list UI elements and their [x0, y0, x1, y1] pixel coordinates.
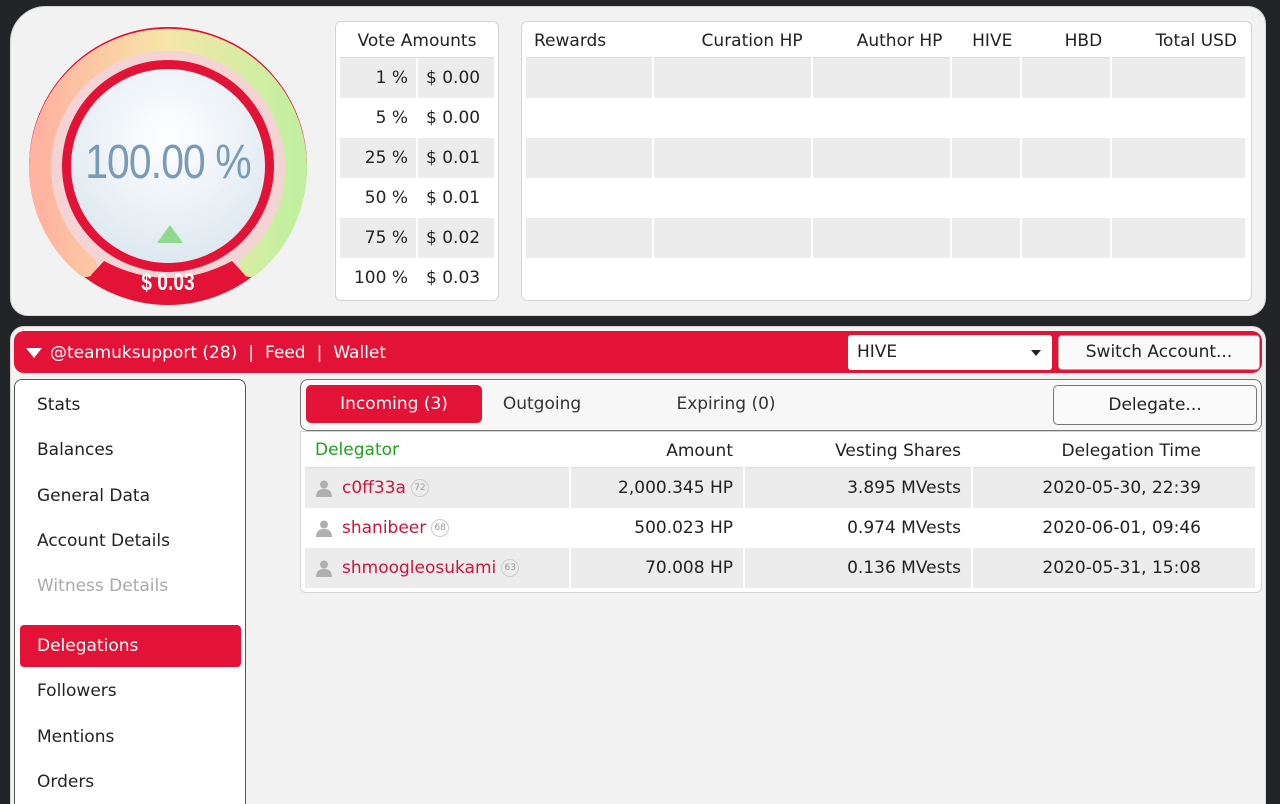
table-row: c0ff33a 72 2,000.345 HP 3.895 MVests 202… [305, 468, 1257, 508]
rewards-row [526, 138, 1247, 178]
reputation-badge: 68 [431, 519, 450, 537]
currency-select[interactable]: HIVE [848, 335, 1052, 370]
vests-cell: 0.974 MVests [847, 518, 961, 538]
user-icon [316, 560, 332, 577]
tab-incoming[interactable]: Incoming (3) [306, 385, 482, 423]
vote-row: 1 % $ 0.00 [340, 58, 494, 98]
col-hive: HIVE [952, 22, 1021, 58]
vests-cell: 0.136 MVests [745, 548, 971, 588]
vote-row: 25 % $ 0.01 [340, 138, 494, 178]
vote-pct: 50 % [364, 188, 408, 208]
vote-pct: 100 % [353, 268, 408, 288]
table-row: shanibeer 68 500.023 HP 0.974 MVests 202… [305, 508, 1257, 548]
col-author-hp: Author HP [812, 22, 951, 58]
user-icon [316, 520, 332, 537]
delegator-name[interactable]: shanibeer [342, 508, 426, 548]
vote-usd: $ 0.02 [416, 218, 494, 258]
delegator-cell: c0ff33a 72 [305, 468, 569, 508]
vote-row: 100 % $ 0.03 [340, 258, 494, 298]
caret-down-icon[interactable] [26, 348, 42, 358]
vote-usd: $ 0.01 [416, 178, 494, 218]
delegator-name[interactable]: shmoogleosukami [342, 548, 496, 588]
delegations-header-row: Delegator Amount Vesting Shares Delegati… [305, 432, 1257, 468]
amount-cell: 2,000.345 HP [571, 468, 743, 508]
time-cell: 2020-05-30, 22:39 [973, 468, 1255, 508]
rewards-header-row: Rewards Curation HP Author HP HIVE HBD T… [526, 22, 1247, 58]
chevron-down-icon [1031, 350, 1041, 356]
col-rewards: Rewards [526, 22, 652, 58]
trend-up-icon [157, 225, 183, 243]
vote-row: 5 % $ 0.00 [340, 98, 494, 138]
top-panel: 100.00 % $ 0.03 Vote Amounts 1 % $ 0.00 … [10, 6, 1266, 316]
delegator-name[interactable]: c0ff33a [342, 468, 406, 508]
sidebar-item-account-details[interactable]: Account Details [15, 520, 247, 562]
vote-pct: 1 % [340, 58, 416, 98]
separator: | [248, 343, 255, 363]
sidebar: Stats Balances General Data Account Deta… [14, 379, 246, 804]
rewards-row [526, 98, 1247, 138]
delegator-cell: shanibeer 68 [305, 508, 569, 548]
vote-usd: $ 0.03 [416, 258, 494, 298]
tab-expiring[interactable]: Expiring (0) [671, 385, 781, 423]
wallet-link[interactable]: Wallet [333, 331, 386, 375]
account-bar: @teamuksupport (28) | Feed | Wallet HIVE… [14, 331, 1262, 373]
vote-usd: $ 0.01 [416, 138, 494, 178]
vote-value: $ 0.03 [141, 269, 195, 296]
account-nav: @teamuksupport (28) | Feed | Wallet [26, 331, 386, 375]
rewards-table: Rewards Curation HP Author HP HIVE HBD T… [521, 21, 1252, 301]
rewards-row [526, 218, 1247, 258]
sidebar-item-stats[interactable]: Stats [15, 384, 247, 426]
separator: | [316, 343, 323, 363]
user-icon [316, 480, 332, 497]
col-curation-hp: Curation HP [653, 22, 811, 58]
voting-power-gauge: 100.00 % $ 0.03 [27, 25, 309, 307]
delegator-cell: shmoogleosukami 63 [305, 548, 569, 588]
sidebar-item-witness-details: Witness Details [37, 576, 169, 596]
vote-usd: $ 0.00 [416, 58, 494, 98]
reputation-badge: 63 [501, 559, 520, 577]
vote-pct: 25 % [340, 138, 416, 178]
amount-cell: 500.023 HP [634, 518, 733, 538]
table-row: shmoogleosukami 63 70.008 HP 0.136 MVest… [305, 548, 1257, 588]
col-amount[interactable]: Amount [571, 432, 743, 468]
delegate-button[interactable]: Delegate... [1053, 385, 1257, 425]
vote-pct: 5 % [375, 108, 408, 128]
tab-outgoing[interactable]: Outgoing [491, 385, 593, 423]
account-panel: @teamuksupport (28) | Feed | Wallet HIVE… [10, 326, 1266, 804]
sidebar-item-delegations[interactable]: Delegations [20, 625, 241, 667]
time-cell: 2020-05-31, 15:08 [973, 548, 1255, 588]
sidebar-item-mentions[interactable]: Mentions [15, 716, 247, 758]
col-delegation-time[interactable]: Delegation Time [973, 432, 1255, 468]
delegation-tabs: Incoming (3) Outgoing Expiring (0) Deleg… [300, 379, 1262, 431]
vote-row: 75 % $ 0.02 [340, 218, 494, 258]
switch-account-button[interactable]: Switch Account... [1058, 335, 1260, 370]
vote-usd: $ 0.00 [416, 98, 494, 138]
col-vesting-shares[interactable]: Vesting Shares [745, 432, 971, 468]
time-cell: 2020-06-01, 09:46 [1042, 518, 1201, 538]
feed-link[interactable]: Feed [265, 331, 306, 375]
rewards-row [526, 178, 1247, 218]
vote-row: 50 % $ 0.01 [340, 178, 494, 218]
currency-select-value: HIVE [857, 342, 898, 362]
vote-amounts-header: Vote Amounts [340, 22, 494, 58]
account-link[interactable]: @teamuksupport (28) [50, 331, 237, 375]
delegations-table: Delegator Amount Vesting Shares Delegati… [300, 431, 1262, 593]
sidebar-item-followers[interactable]: Followers [15, 670, 247, 712]
reputation-badge: 72 [410, 479, 429, 497]
sidebar-item-general-data[interactable]: General Data [15, 475, 247, 517]
rewards-row [526, 58, 1247, 98]
sidebar-item-balances[interactable]: Balances [15, 429, 247, 471]
vote-amounts-table: Vote Amounts 1 % $ 0.00 5 % $ 0.00 25 % … [335, 21, 499, 301]
col-delegator[interactable]: Delegator [305, 432, 569, 468]
vests-cell: 3.895 MVests [745, 468, 971, 508]
vote-pct: 75 % [340, 218, 416, 258]
voting-power-percent: 100.00 % [85, 136, 251, 189]
rewards-row [526, 258, 1247, 298]
col-total-usd: Total USD [1112, 22, 1245, 58]
sidebar-item-orders[interactable]: Orders [15, 761, 247, 803]
col-hbd: HBD [1022, 22, 1111, 58]
amount-cell: 70.008 HP [571, 548, 743, 588]
